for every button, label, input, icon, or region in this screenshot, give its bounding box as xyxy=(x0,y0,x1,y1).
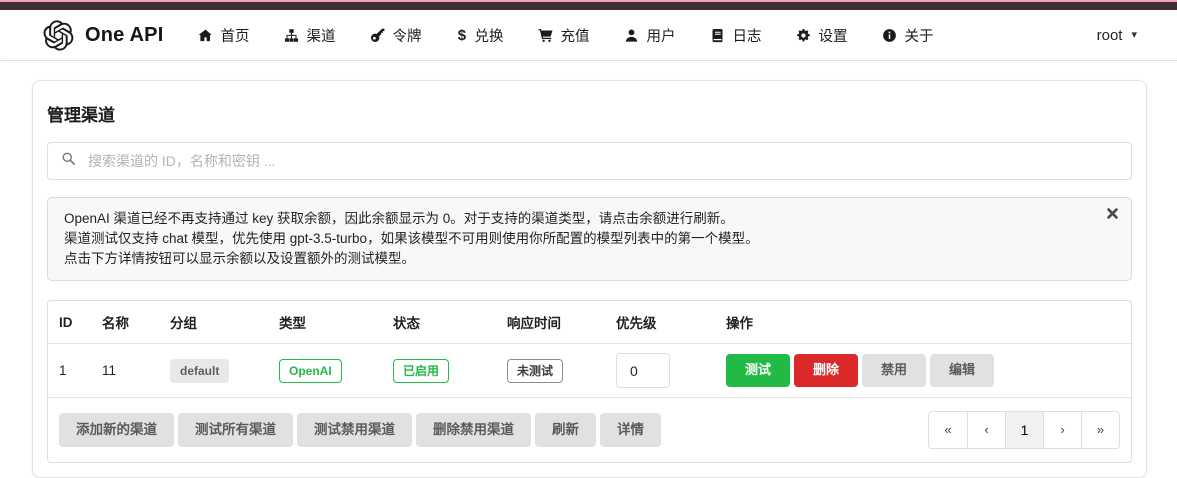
table-header-row: ID 名称 分组 类型 状态 响应时间 优先级 操作 xyxy=(48,301,1131,344)
main-nav: 首页 渠道 令牌 $ 兑换 充值 用户 日志 设置 xyxy=(198,25,933,46)
top-dark-strip xyxy=(0,2,1177,10)
home-icon xyxy=(198,28,213,43)
dollar-icon: $ xyxy=(456,28,467,43)
nav-item-users[interactable]: 用户 xyxy=(624,25,675,46)
col-header-actions: 操作 xyxy=(715,301,1131,344)
nav-item-label: 渠道 xyxy=(306,25,335,46)
chevron-down-icon: ▾ xyxy=(1131,30,1137,41)
refresh-button[interactable]: 刷新 xyxy=(535,413,596,447)
row-actions: 测试 删除 禁用 编辑 xyxy=(726,354,1120,387)
notice-line: 点击下方详情按钮可以显示余额以及设置额外的测试模型。 xyxy=(64,249,1087,269)
nav-item-label: 用户 xyxy=(646,25,675,46)
col-header-status[interactable]: 状态 xyxy=(382,301,496,344)
nav-item-settings[interactable]: 设置 xyxy=(796,25,847,46)
add-channel-button[interactable]: 添加新的渠道 xyxy=(59,413,174,447)
notice-line: OpenAI 渠道已经不再支持通过 key 获取余额，因此余额显示为 0。对于支… xyxy=(64,209,1087,229)
user-menu-label: root xyxy=(1097,27,1123,44)
cell-id: 1 xyxy=(48,344,91,398)
col-header-type[interactable]: 类型 xyxy=(268,301,382,344)
details-button[interactable]: 详情 xyxy=(600,413,661,447)
type-badge: OpenAI xyxy=(279,359,342,383)
disable-button[interactable]: 禁用 xyxy=(862,354,926,387)
pagination-page-1[interactable]: 1 xyxy=(1005,412,1043,448)
user-icon xyxy=(624,28,639,43)
nav-item-label: 日志 xyxy=(732,25,761,46)
key-icon xyxy=(370,28,385,43)
test-all-channels-button[interactable]: 测试所有渠道 xyxy=(178,413,293,447)
cart-icon xyxy=(538,28,553,43)
nav-item-redeem[interactable]: $ 兑换 xyxy=(456,25,503,46)
close-icon[interactable] xyxy=(1107,208,1118,219)
search-icon xyxy=(61,151,76,171)
table-row: 1 11 default OpenAI 已启用 未测试 测试 删除 禁用 编辑 xyxy=(48,344,1131,398)
search-box xyxy=(47,142,1132,180)
pagination: « ‹ 1 › » xyxy=(928,411,1120,449)
delete-button[interactable]: 删除 xyxy=(794,354,858,387)
delete-disabled-channels-button[interactable]: 删除禁用渠道 xyxy=(416,413,531,447)
gear-icon xyxy=(796,28,811,43)
table-footer: 添加新的渠道 测试所有渠道 测试禁用渠道 删除禁用渠道 刷新 详情 « ‹ 1 … xyxy=(48,397,1131,462)
cell-name: 11 xyxy=(91,344,159,398)
openai-logo-icon xyxy=(43,20,74,51)
priority-input[interactable] xyxy=(616,353,670,388)
status-badge: 已启用 xyxy=(393,359,449,383)
col-header-priority[interactable]: 优先级 xyxy=(605,301,715,344)
nav-item-label: 兑换 xyxy=(474,25,503,46)
col-header-name[interactable]: 名称 xyxy=(91,301,159,344)
notice-line: 渠道测试仅支持 chat 模型，优先使用 gpt-3.5-turbo，如果该模型… xyxy=(64,229,1087,249)
brand-name: One API xyxy=(85,24,163,47)
page-title: 管理渠道 xyxy=(47,101,1132,126)
user-menu[interactable]: root ▾ xyxy=(1097,27,1137,44)
nav-item-label: 令牌 xyxy=(392,25,421,46)
col-header-group[interactable]: 分组 xyxy=(159,301,268,344)
nav-item-label: 充值 xyxy=(560,25,589,46)
nav-item-label: 设置 xyxy=(818,25,847,46)
sitemap-icon xyxy=(284,28,299,43)
response-time-badge[interactable]: 未测试 xyxy=(507,359,563,383)
brand[interactable]: One API xyxy=(43,20,163,51)
nav-item-label: 首页 xyxy=(220,25,249,46)
nav-item-logs[interactable]: 日志 xyxy=(710,25,761,46)
nav-item-topup[interactable]: 充值 xyxy=(538,25,589,46)
book-icon xyxy=(710,28,725,43)
search-input[interactable] xyxy=(76,143,1131,179)
nav-item-label: 关于 xyxy=(904,25,933,46)
edit-button[interactable]: 编辑 xyxy=(930,354,994,387)
nav-item-channels[interactable]: 渠道 xyxy=(284,25,335,46)
notice-box: OpenAI 渠道已经不再支持通过 key 获取余额，因此余额显示为 0。对于支… xyxy=(47,197,1132,281)
info-icon xyxy=(882,28,897,43)
pagination-last[interactable]: » xyxy=(1081,412,1119,448)
nav-item-tokens[interactable]: 令牌 xyxy=(370,25,421,46)
group-badge: default xyxy=(170,359,229,383)
test-button[interactable]: 测试 xyxy=(726,354,790,387)
pagination-prev[interactable]: ‹ xyxy=(967,412,1005,448)
navbar: One API 首页 渠道 令牌 $ 兑换 充值 用户 日志 xyxy=(0,10,1177,61)
col-header-response-time[interactable]: 响应时间 xyxy=(496,301,605,344)
test-disabled-channels-button[interactable]: 测试禁用渠道 xyxy=(297,413,412,447)
nav-item-home[interactable]: 首页 xyxy=(198,25,249,46)
channels-card: 管理渠道 OpenAI 渠道已经不再支持通过 key 获取余额，因此余额显示为 … xyxy=(32,80,1147,478)
channels-table: ID 名称 分组 类型 状态 响应时间 优先级 操作 1 11 default … xyxy=(47,300,1132,463)
nav-item-about[interactable]: 关于 xyxy=(882,25,933,46)
pagination-first[interactable]: « xyxy=(929,412,967,448)
col-header-id[interactable]: ID xyxy=(48,301,91,344)
pagination-next[interactable]: › xyxy=(1043,412,1081,448)
